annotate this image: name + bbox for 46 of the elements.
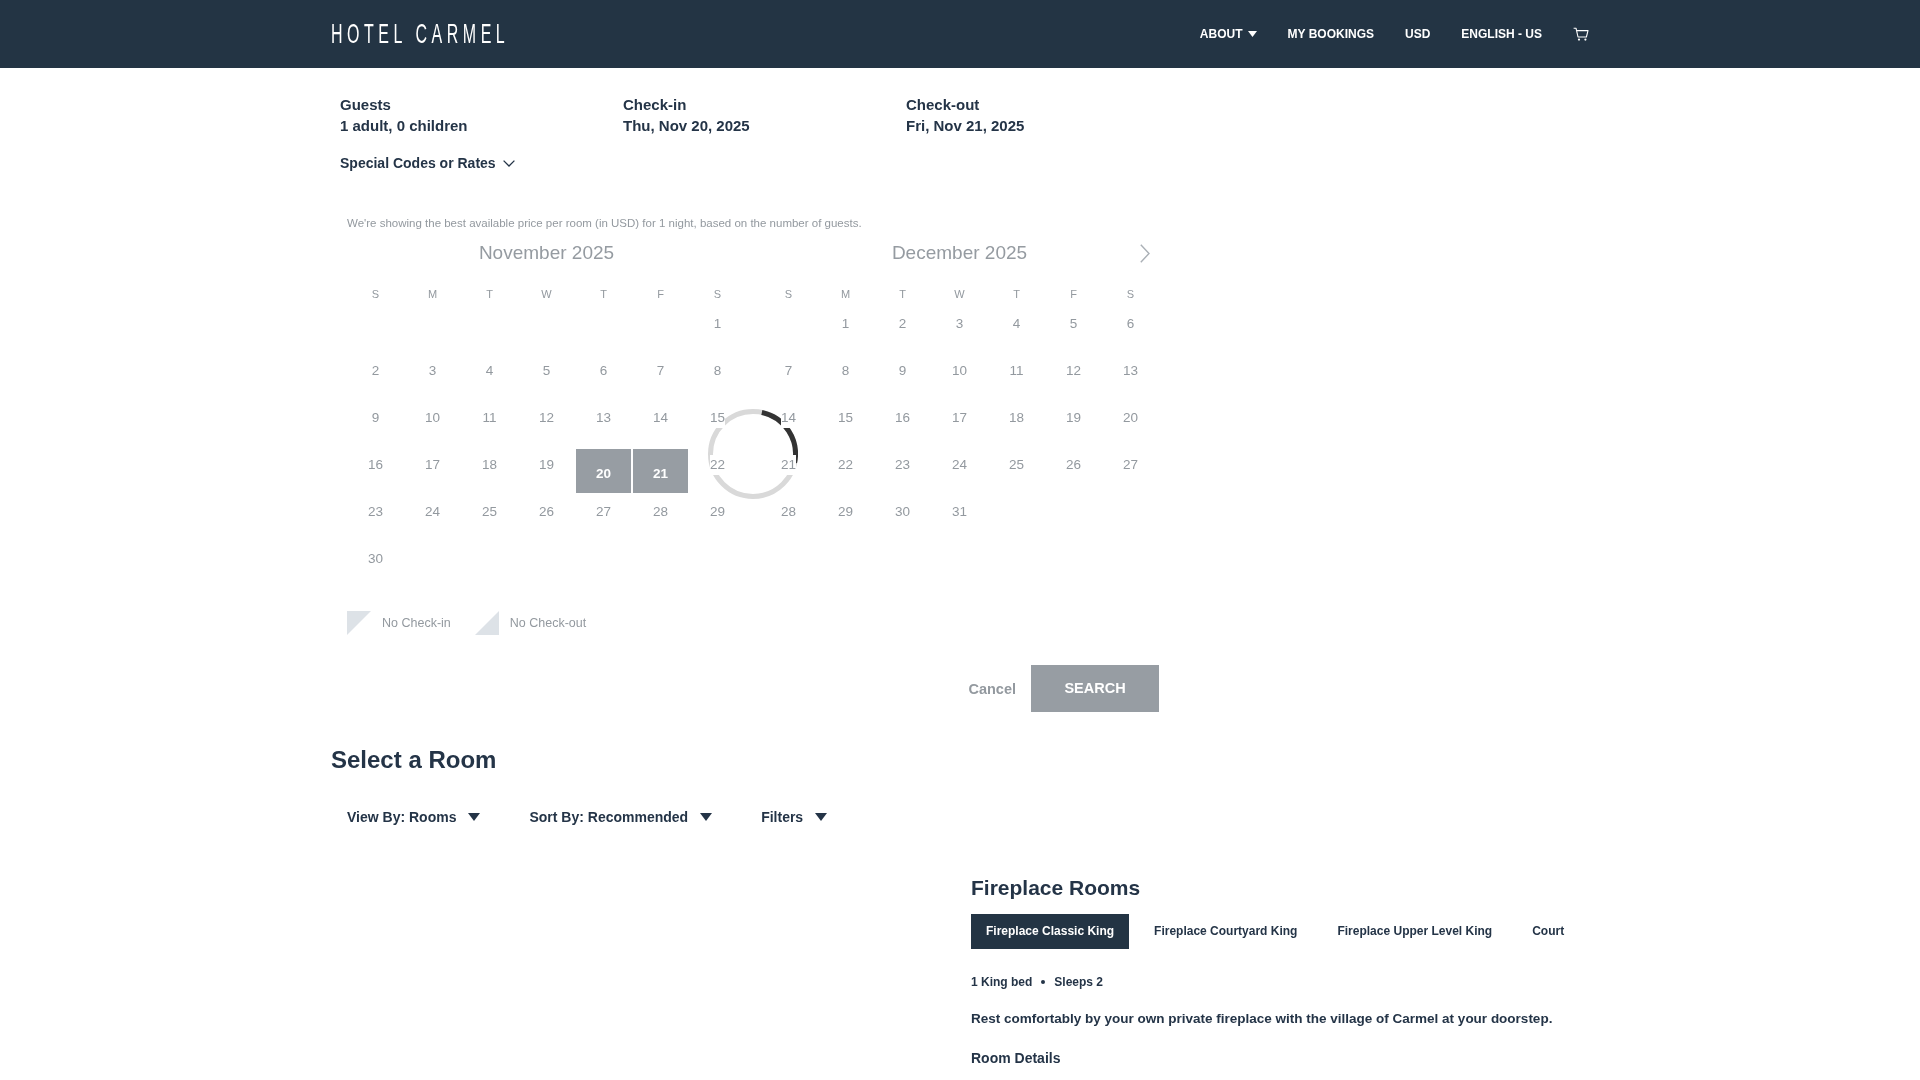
weekday-label: W [541,287,552,302]
room-feature: Sleeps 2 [1054,974,1104,990]
weekday-label: T [600,287,607,302]
caret-down-icon [1247,31,1257,37]
room-category-title: Fireplace Rooms [971,875,1141,901]
price-note: We're showing the best available price per room (in USD) for 1 night, based on the number of guests. [347,216,863,231]
legend-label: No Check-out [509,615,587,631]
caret-down-icon [700,813,713,821]
dropdown-control[interactable]: Filters [761,807,828,827]
bullet-icon [1041,980,1046,984]
weekday-label: W [954,287,965,302]
room-description: Rest comfortably by your own private fireplace with the village of Carmel at your doorstep. [971,1010,1553,1028]
room-details-link[interactable]: Room Details [971,1048,1061,1068]
cart-icon[interactable] [1573,27,1589,41]
nav-link[interactable]: MY BOOKINGS [1287,26,1374,42]
month-title: November 2025 [478,241,615,265]
weekday-label: T [1013,287,1020,302]
caret-down-icon [815,813,828,821]
weekday-label: F [657,287,664,302]
weekday-label: F [1070,287,1077,302]
section-heading: Select a Room [331,745,498,775]
weekday-label: M [427,287,438,302]
caret-down-icon [468,813,481,821]
booking-field[interactable]: Guests 1 adult, 0 children [340,94,468,136]
nav-dropdown[interactable]: ABOUT [1199,26,1257,42]
nav-link[interactable]: USD [1405,26,1431,42]
weekday-label: S [1126,287,1135,302]
room-feature: 1 King bed [971,974,1033,990]
dropdown-control[interactable]: View By: Rooms [347,807,481,827]
special-codes-toggle[interactable]: Special Codes or Rates [340,153,515,173]
legend-label: No Check-in [382,615,451,631]
booking-field[interactable]: Check-in Thu, Nov 20, 2025 [623,94,750,136]
triangle-icon [474,611,499,635]
weekday-label: M [840,287,851,302]
weekday-label: T [899,287,906,302]
triangle-icon [347,611,371,635]
month-title: December 2025 [891,241,1028,265]
booking-field[interactable]: Check-out Fri, Nov 21, 2025 [906,94,1025,136]
weekday-label: T [486,287,493,302]
dropdown-control[interactable]: Sort By: Recommended [529,807,713,827]
room-tab[interactable]: Fireplace Classic King [971,914,1130,949]
nav-link[interactable]: ENGLISH - US [1461,26,1542,42]
weekday-label: S [713,287,722,302]
weekday-label: S [784,287,793,302]
weekday-label: S [371,287,380,302]
hotel-logo[interactable]: HOTEL CARMEL [331,19,510,49]
